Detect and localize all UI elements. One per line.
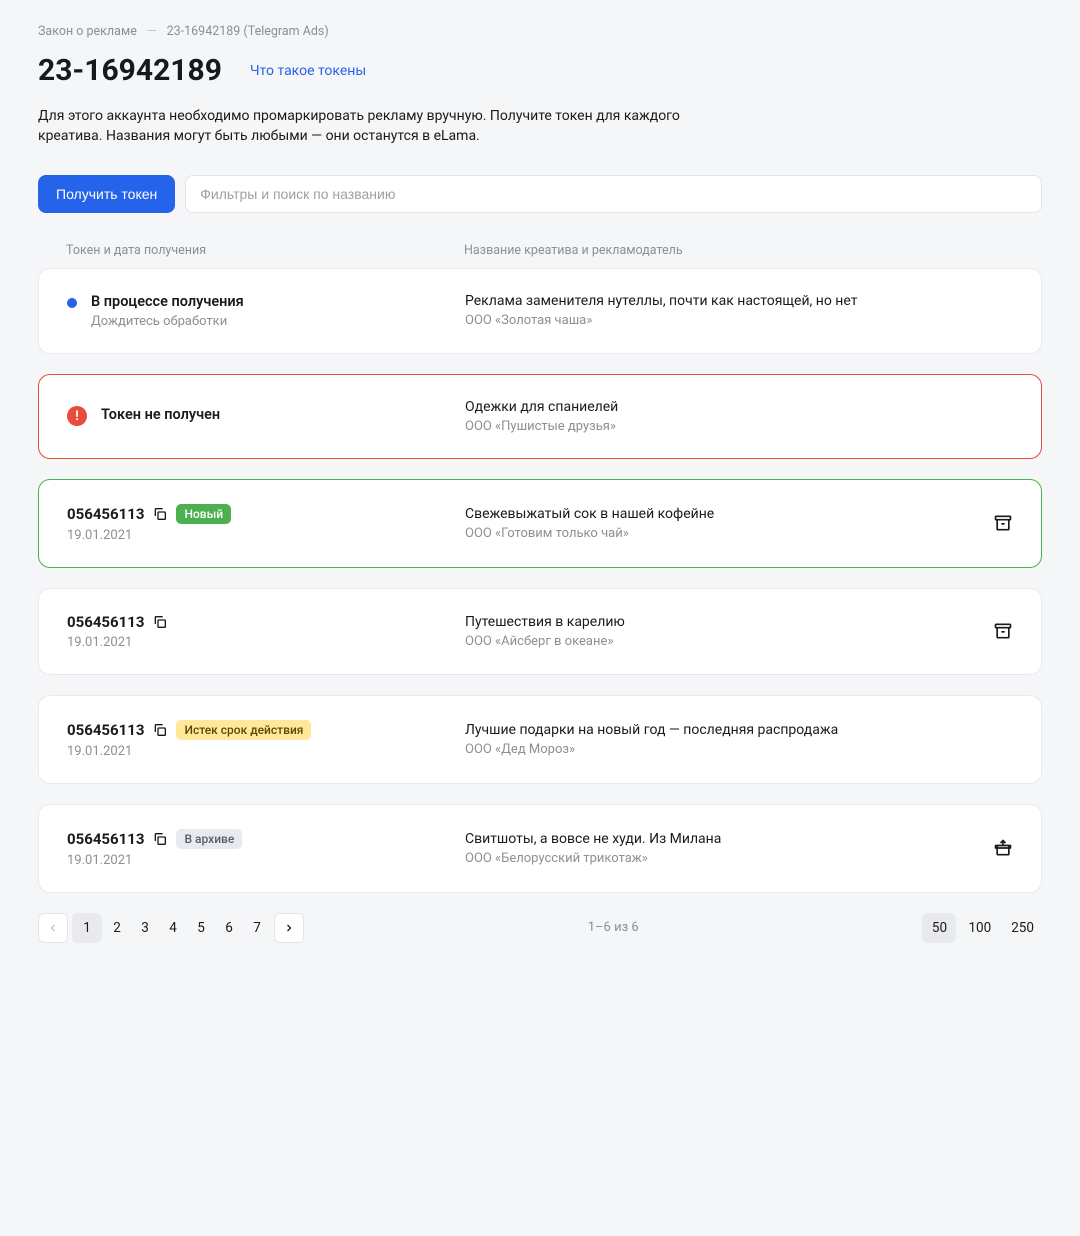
creative-title: Одежки для спаниелей — [465, 399, 973, 415]
page-title: 23-16942189 — [38, 53, 222, 88]
get-token-button[interactable]: Получить токен — [38, 175, 175, 213]
pagination-next[interactable] — [274, 913, 304, 943]
token-row[interactable]: ! Токен не получен Одежки для спаниелей ООО… — [38, 374, 1042, 459]
copy-icon[interactable] — [152, 506, 168, 522]
copy-icon[interactable] — [152, 614, 168, 630]
advertiser-name: ООО «Белорусский трикотаж» — [465, 851, 973, 866]
advertiser-name: ООО «Пушистые друзья» — [465, 419, 973, 434]
breadcrumb: Закон о рекламе — 23-16942189 (Telegram … — [38, 24, 1042, 39]
pagination: 1234567 1–6 из 6 50100250 — [38, 913, 1042, 943]
token-row[interactable]: 056456113 Новый 19.01.2021 Свежевыжатый сок… — [38, 479, 1042, 568]
token-row[interactable]: 056456113 В архиве 19.01.2021 Свитшоты, а в… — [38, 804, 1042, 893]
pagination-page[interactable]: 2 — [104, 913, 130, 943]
help-link[interactable]: Что такое токены — [250, 63, 366, 79]
search-input[interactable] — [185, 175, 1042, 213]
token-date: 19.01.2021 — [67, 853, 242, 868]
creative-title: Путешествия в карелию — [465, 614, 973, 630]
advertiser-name: ООО «Готовим только чай» — [465, 526, 973, 541]
creative-title: Свежевыжатый сок в нашей кофейне — [465, 506, 973, 522]
token-row[interactable]: В процессе получения Дождитесь обработки Р… — [38, 268, 1042, 354]
per-page-option[interactable]: 50 — [922, 913, 956, 943]
advertiser-name: ООО «Айсберг в океане» — [465, 634, 973, 649]
column-token: Токен и дата получения — [66, 243, 464, 258]
pagination-page[interactable]: 7 — [244, 913, 270, 943]
token-code: 056456113 — [67, 721, 144, 739]
breadcrumb-root[interactable]: Закон о рекламе — [38, 24, 137, 39]
advertiser-name: ООО «Золотая чаша» — [465, 313, 973, 328]
creative-title: Реклама заменителя нутеллы, почти как на… — [465, 293, 973, 309]
advertiser-name: ООО «Дед Мороз» — [465, 742, 973, 757]
token-code: 056456113 — [67, 613, 144, 631]
token-row[interactable]: 056456113 Истек срок действия 19.01.2021 Лу… — [38, 695, 1042, 784]
token-status: Токен не получен — [101, 406, 220, 423]
status-badge: Новый — [176, 504, 231, 524]
status-badge: В архиве — [176, 829, 242, 849]
pagination-page[interactable]: 5 — [188, 913, 214, 943]
token-code: 056456113 — [67, 505, 144, 523]
token-row[interactable]: 056456113 19.01.2021 Путешествия в карелию… — [38, 588, 1042, 675]
pending-dot-icon — [67, 298, 77, 308]
archive-icon[interactable] — [993, 513, 1013, 533]
breadcrumb-current: 23-16942189 (Telegram Ads) — [167, 24, 329, 39]
copy-icon[interactable] — [152, 722, 168, 738]
token-date: 19.01.2021 — [67, 744, 311, 759]
per-page-option[interactable]: 250 — [1003, 913, 1042, 943]
pagination-page[interactable]: 1 — [72, 913, 102, 943]
pagination-page[interactable]: 3 — [132, 913, 158, 943]
page-description: Для этого аккаунта необходимо промаркиро… — [38, 106, 738, 147]
alert-icon: ! — [67, 406, 87, 426]
creative-title: Лучшие подарки на новый год — последняя … — [465, 722, 973, 738]
pagination-info: 1–6 из 6 — [588, 920, 639, 935]
status-badge: Истек срок действия — [176, 720, 311, 740]
table-header: Токен и дата получения Название креатива… — [38, 233, 1042, 268]
token-date: 19.01.2021 — [67, 635, 168, 650]
token-subtitle: Дождитесь обработки — [91, 314, 244, 329]
copy-icon[interactable] — [152, 831, 168, 847]
creative-title: Свитшоты, а вовсе не худи. Из Милана — [465, 831, 973, 847]
column-creative: Название креатива и рекламодатель — [464, 243, 1014, 258]
pagination-page[interactable]: 6 — [216, 913, 242, 943]
pagination-prev[interactable] — [38, 913, 68, 943]
breadcrumb-separator: — — [147, 24, 157, 39]
pagination-page[interactable]: 4 — [160, 913, 186, 943]
token-code: 056456113 — [67, 830, 144, 848]
unarchive-icon[interactable] — [993, 838, 1013, 858]
token-status: В процессе получения — [91, 293, 244, 310]
archive-icon[interactable] — [993, 621, 1013, 641]
token-date: 19.01.2021 — [67, 528, 231, 543]
per-page-option[interactable]: 100 — [960, 913, 999, 943]
